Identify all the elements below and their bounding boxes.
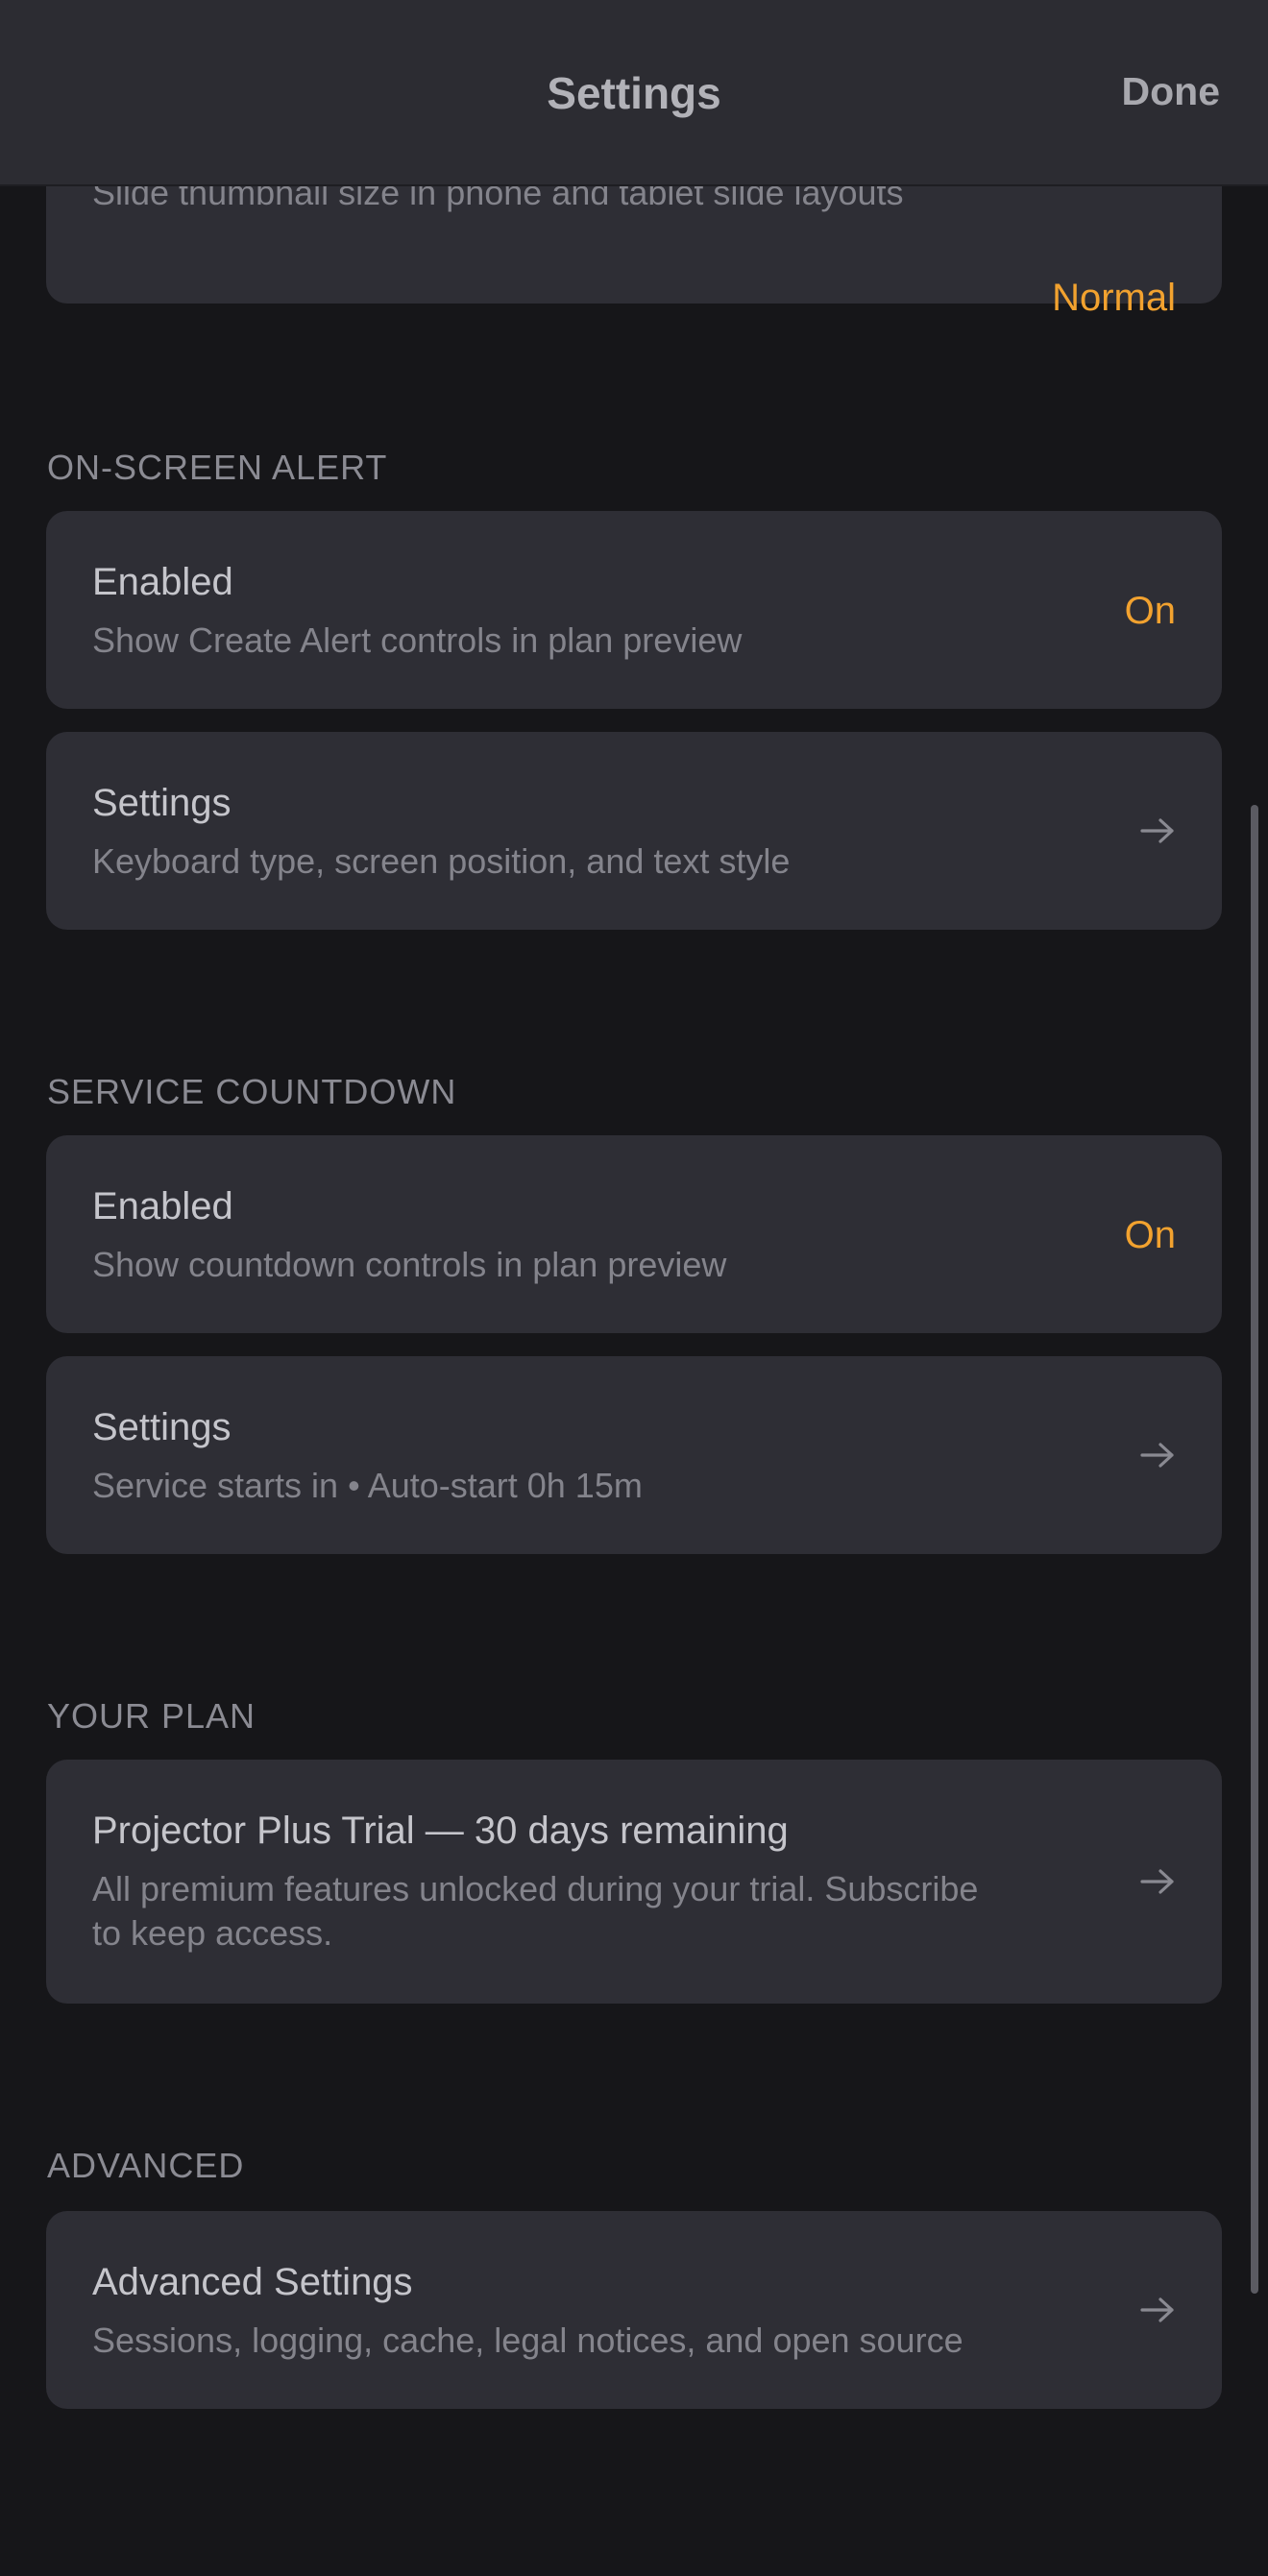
settings-scroll-view[interactable]: Slide thumbnail size in phone and tablet… xyxy=(0,0,1268,2576)
on-screen-alert-settings-title: Settings xyxy=(92,782,232,824)
service-countdown-enabled-subtitle: Show countdown controls in plan preview xyxy=(92,1245,727,1284)
plan-row[interactable]: Projector Plus Trial — 30 days remaining… xyxy=(46,1760,1222,2004)
on-screen-alert-enabled-title: Enabled xyxy=(92,561,233,603)
arrow-right-icon xyxy=(1140,2297,1174,2322)
service-countdown-settings-subtitle: Service starts in • Auto-start 0h 15m xyxy=(92,1466,643,1505)
advanced-settings-row[interactable]: Advanced Settings Sessions, logging, cac… xyxy=(46,2211,1222,2409)
on-screen-alert-settings-row[interactable]: Settings Keyboard type, screen position,… xyxy=(46,732,1222,930)
section-header-on-screen-alert: ON-SCREEN ALERT xyxy=(47,448,388,487)
advanced-settings-title: Advanced Settings xyxy=(92,2261,413,2303)
section-header-your-plan: YOUR PLAN xyxy=(47,1696,256,1736)
service-countdown-enabled-row[interactable]: Enabled Show countdown controls in plan … xyxy=(46,1135,1222,1333)
done-button[interactable]: Done xyxy=(1122,69,1221,114)
section-header-service-countdown: SERVICE COUNTDOWN xyxy=(47,1072,457,1111)
service-countdown-settings-row[interactable]: Settings Service starts in • Auto-start … xyxy=(46,1356,1222,1554)
service-countdown-enabled-value: On xyxy=(1124,1214,1176,1256)
on-screen-alert-enabled-row[interactable]: Enabled Show Create Alert controls in pl… xyxy=(46,511,1222,709)
arrow-right-icon xyxy=(1140,1443,1174,1468)
service-countdown-enabled-title: Enabled xyxy=(92,1185,233,1227)
scroll-indicator[interactable] xyxy=(1251,805,1258,2294)
arrow-right-icon xyxy=(1140,818,1174,843)
navigation-bar: Settings Done xyxy=(0,0,1268,186)
on-screen-alert-enabled-subtitle: Show Create Alert controls in plan previ… xyxy=(92,620,743,660)
advanced-settings-subtitle: Sessions, logging, cache, legal notices,… xyxy=(92,2321,963,2360)
page-title: Settings xyxy=(547,68,721,118)
on-screen-alert-settings-subtitle: Keyboard type, screen position, and text… xyxy=(92,841,791,881)
section-header-advanced: ADVANCED xyxy=(47,2146,245,2185)
arrow-right-icon xyxy=(1140,1869,1174,1894)
plan-title: Projector Plus Trial — 30 days remaining xyxy=(92,1810,789,1852)
on-screen-alert-enabled-value: On xyxy=(1124,590,1176,632)
plan-subtitle: All premium features unlocked during you… xyxy=(92,1869,979,1953)
service-countdown-settings-title: Settings xyxy=(92,1406,232,1448)
thumbnail-size-value: Normal xyxy=(1052,277,1176,319)
